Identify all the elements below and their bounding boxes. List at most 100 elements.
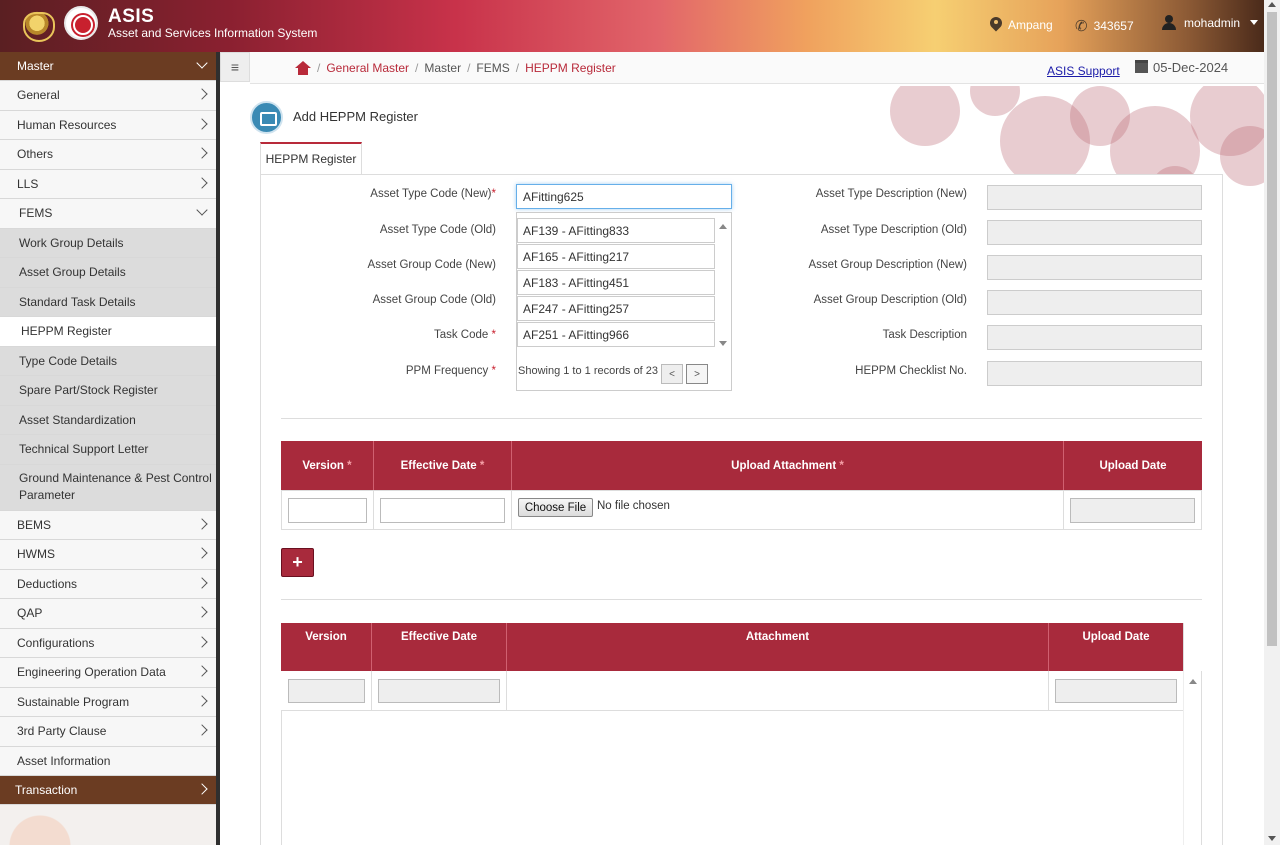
upload-date-field xyxy=(1055,679,1177,703)
sidebar-subitem-type-code-details[interactable]: Type Code Details xyxy=(0,346,216,376)
scrollbar-thumb[interactable] xyxy=(1267,12,1277,646)
sidebar-item-master[interactable]: Master xyxy=(0,52,216,81)
page-scrollbar[interactable] xyxy=(1264,0,1280,845)
breadcrumb-separator: / xyxy=(317,61,321,75)
sidebar-item-label: BEMS xyxy=(17,517,52,532)
chevron-right-icon xyxy=(196,635,208,648)
sidebar-divider xyxy=(216,52,220,845)
column-header-version: Version * xyxy=(281,441,374,490)
task-description-label: Task Description xyxy=(882,329,967,341)
version-input[interactable] xyxy=(288,498,367,523)
sidebar-subitem-heppm-register[interactable]: HEPPM Register xyxy=(0,317,216,347)
sidebar-subitem-standard-task-details[interactable]: Standard Task Details xyxy=(0,287,216,317)
sidebar-item-3rd-party-clause[interactable]: 3rd Party Clause xyxy=(0,717,216,747)
location-label: Ampang xyxy=(1008,18,1053,32)
sidebar-item-label: Asset Standardization xyxy=(19,412,136,427)
sidebar-item-label: Sustainable Program xyxy=(17,694,130,709)
sidebar-item-others[interactable]: Others xyxy=(0,140,216,170)
section-divider xyxy=(281,418,1202,419)
calendar-icon xyxy=(1135,60,1148,73)
chevron-right-icon xyxy=(196,783,208,795)
sidebar-item-transaction[interactable]: Transaction xyxy=(0,776,216,805)
scroll-down-icon xyxy=(719,341,727,346)
sidebar-toggle-button[interactable]: ≡ xyxy=(220,52,250,82)
sidebar-subitem-asset-group-details[interactable]: Asset Group Details xyxy=(0,258,216,288)
header-scroll-gutter xyxy=(1183,623,1202,671)
asset-group-desc-old-field xyxy=(987,290,1202,315)
dropdown-option[interactable]: AF247 - AFitting257 xyxy=(517,296,715,321)
add-row-button[interactable]: + xyxy=(281,548,314,577)
sidebar-item-human-resources[interactable]: Human Resources xyxy=(0,110,216,140)
sidebar-item-deductions[interactable]: Deductions xyxy=(0,569,216,599)
dropdown-prev-button[interactable]: < xyxy=(661,364,683,384)
version-field xyxy=(288,679,365,703)
sidebar-subitem-technical-support-letter[interactable]: Technical Support Letter xyxy=(0,435,216,465)
column-header-upload-date: Upload Date xyxy=(1064,441,1202,490)
breadcrumb-separator: / xyxy=(515,61,520,75)
sidebar-item-bems[interactable]: BEMS xyxy=(0,510,216,540)
chevron-right-icon xyxy=(196,694,208,707)
table-scrollbar[interactable] xyxy=(1183,671,1201,845)
dropdown-next-button[interactable]: > xyxy=(686,364,708,384)
asis-support-link[interactable]: ASIS Support xyxy=(1047,64,1120,78)
brand-subtitle: Asset and Services Information System xyxy=(108,26,318,40)
asset-type-desc-new-label: Asset Type Description (New) xyxy=(815,188,967,200)
chevron-right-icon xyxy=(196,724,208,736)
sidebar-item-asset-information[interactable]: Asset Information xyxy=(0,746,216,776)
cell-divider xyxy=(1048,671,1049,711)
dropdown-option[interactable]: AF139 - AFitting833 xyxy=(517,218,715,243)
sidebar-item-sustainable-program[interactable]: Sustainable Program xyxy=(0,687,216,717)
dropdown-option[interactable]: AF183 - AFitting451 xyxy=(517,270,715,295)
sidebar-item-label: Standard Task Details xyxy=(19,294,136,309)
breadcrumb-general-master[interactable]: General Master xyxy=(326,61,409,75)
sidebar-item-label: Asset Group Details xyxy=(19,265,126,280)
sidebar-item-label: LLS xyxy=(17,176,39,191)
sidebar-subitem-asset-standardization[interactable]: Asset Standardization xyxy=(0,405,216,435)
asset-type-desc-new-field xyxy=(987,185,1202,210)
chevron-right-icon xyxy=(196,606,208,618)
phone-info: ✆ 343657 xyxy=(1075,17,1134,35)
header-text: Effective Date xyxy=(400,459,477,472)
asset-group-desc-new-field xyxy=(987,255,1202,280)
sidebar: Master General Human Resources Others LL… xyxy=(0,52,216,845)
sidebar-item-label: Master xyxy=(17,59,54,73)
column-header-upload-attachment: Upload Attachment * xyxy=(512,441,1064,490)
asset-type-code-new-input[interactable]: AFitting625 xyxy=(516,184,732,209)
sidebar-item-fems[interactable]: FEMS xyxy=(0,199,216,229)
location-selector[interactable]: Ampang xyxy=(990,17,1053,33)
caret-down-icon xyxy=(1250,20,1259,25)
sidebar-item-general[interactable]: General xyxy=(0,81,216,111)
breadcrumb-master: Master xyxy=(424,61,462,75)
scroll-down-icon xyxy=(1268,836,1276,841)
choose-file-button[interactable]: Choose File xyxy=(518,498,593,517)
chevron-right-icon xyxy=(196,576,208,589)
sidebar-item-lls[interactable]: LLS xyxy=(0,169,216,199)
sidebar-item-label: Transaction xyxy=(15,783,78,797)
tab-heppm-register[interactable]: HEPPM Register xyxy=(260,142,362,174)
dropdown-scrollbar[interactable] xyxy=(715,218,731,346)
heppm-checklist-label: HEPPM Checklist No. xyxy=(855,365,967,377)
sidebar-item-configurations[interactable]: Configurations xyxy=(0,628,216,658)
sidebar-subitem-work-group-details[interactable]: Work Group Details xyxy=(0,228,216,258)
effective-date-field xyxy=(378,679,500,703)
sidebar-subitem-spare-part-stock-register[interactable]: Spare Part/Stock Register xyxy=(0,376,216,406)
required-mark: * xyxy=(491,329,496,341)
sidebar-item-label: Type Code Details xyxy=(19,353,118,368)
sidebar-item-label: Human Resources xyxy=(17,117,117,132)
required-mark: * xyxy=(839,459,844,472)
dropdown-option[interactable]: AF165 - AFitting217 xyxy=(517,244,715,269)
current-date: 05-Dec-2024 xyxy=(1153,60,1229,75)
sidebar-item-hwms[interactable]: HWMS xyxy=(0,540,216,570)
sidebar-subitem-ground-maintenance[interactable]: Ground Maintenance & Pest Control Parame… xyxy=(0,464,216,511)
home-icon[interactable] xyxy=(295,61,311,75)
dropdown-option[interactable]: AF251 - AFitting966 xyxy=(517,322,715,347)
sidebar-item-label: FEMS xyxy=(19,206,53,221)
sidebar-item-engineering-operation-data[interactable]: Engineering Operation Data xyxy=(0,658,216,688)
header-text: Version xyxy=(302,459,344,472)
user-menu[interactable]: mohadmin xyxy=(1162,15,1259,30)
effective-date-input[interactable] xyxy=(380,498,505,523)
required-mark: * xyxy=(491,188,496,200)
cell-divider xyxy=(506,671,507,711)
sidebar-item-qap[interactable]: QAP xyxy=(0,599,216,629)
sidebar-item-label: QAP xyxy=(17,606,43,621)
